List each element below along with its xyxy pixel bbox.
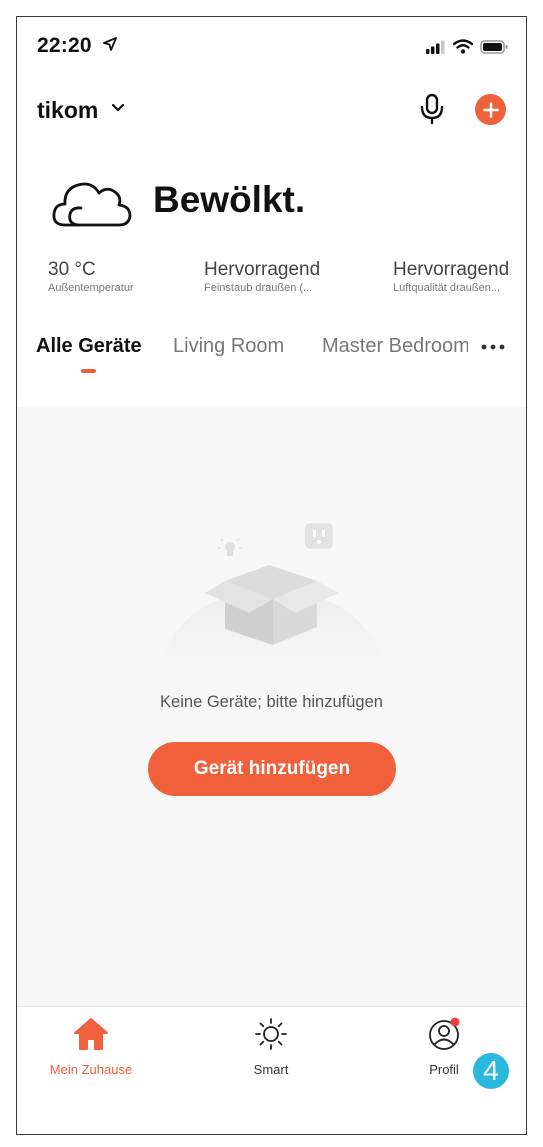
phone-screen: 22:20 tikom Bewölkt. 30 °C Außentemperat… — [16, 16, 527, 1135]
home-icon — [74, 1018, 108, 1050]
stat-label: Feinstaub draußen (... — [204, 282, 313, 294]
battery-icon — [480, 39, 508, 54]
room-tabs: Alle Geräte Living Room Master Bedroom — [17, 335, 526, 385]
status-time: 22:20 — [37, 34, 92, 57]
chevron-down-icon[interactable] — [111, 103, 125, 113]
weather-stat-fine-dust: Hervorragend Feinstaub draußen (... — [204, 259, 320, 294]
more-icon[interactable] — [480, 343, 506, 351]
stat-value: Hervorragend — [204, 259, 321, 280]
empty-state-message: Keine Geräte; bitte hinzufügen — [160, 693, 383, 711]
home-header: tikom — [17, 89, 526, 129]
signal-icon — [426, 40, 445, 54]
overlay-number-badge: 4 — [473, 1053, 509, 1089]
weather-condition: Bewölkt. — [153, 179, 306, 220]
stat-value: Hervorragend — [393, 259, 510, 280]
bottom-tab-bar: Mein Zuhause Smart Profil — [17, 1006, 526, 1134]
profile-icon — [429, 1017, 460, 1050]
tabbar-item-smart[interactable]: Smart — [211, 1017, 331, 1077]
status-bar: 22:20 — [17, 17, 526, 77]
tabbar-item-home[interactable]: Mein Zuhause — [31, 1017, 151, 1077]
wifi-icon — [453, 39, 473, 54]
add-device-button[interactable]: Gerät hinzufügen — [148, 742, 396, 796]
weather-stat-air-quality: Hervorragend Luftqualität draußen... — [393, 259, 521, 294]
plus-icon — [482, 101, 499, 118]
stat-label: Außentemperatur — [48, 282, 134, 294]
add-button[interactable] — [475, 94, 506, 125]
empty-box-illustration — [159, 523, 385, 669]
tab-all-devices[interactable]: Alle Geräte — [36, 335, 142, 358]
home-selector[interactable]: tikom — [37, 97, 98, 124]
sun-icon — [255, 1018, 287, 1050]
tabbar-label: Smart — [253, 1062, 289, 1077]
weather-stat-temperature: 30 °C Außentemperatur — [48, 259, 134, 294]
stat-label: Luftqualität draußen... — [393, 282, 501, 294]
location-arrow-icon — [103, 37, 117, 51]
tab-living-room[interactable]: Living Room — [173, 335, 284, 358]
microphone-icon[interactable] — [419, 93, 445, 125]
active-tab-indicator — [81, 369, 96, 373]
status-icons — [426, 39, 508, 54]
stat-value: 30 °C — [48, 259, 96, 280]
tab-master-bedroom[interactable]: Master Bedroom — [322, 335, 468, 358]
tabbar-label: Mein Zuhause — [49, 1062, 133, 1077]
cloud-icon — [52, 182, 132, 227]
